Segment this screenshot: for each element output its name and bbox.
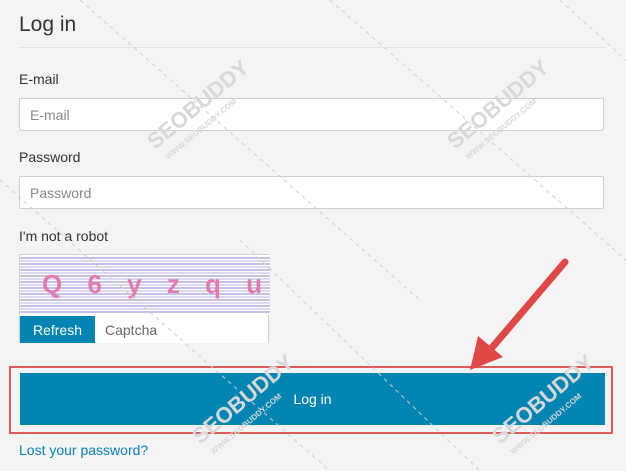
password-field[interactable] (19, 176, 604, 209)
email-label: E-mail (19, 71, 59, 87)
robot-label: I'm not a robot (19, 228, 109, 244)
email-field[interactable] (19, 98, 604, 131)
captcha-widget: Q 6 y z q u Refresh (19, 254, 270, 343)
captcha-code: Q 6 y z q u (42, 269, 270, 299)
login-button[interactable]: Log in (20, 373, 605, 425)
page-title: Log in (19, 13, 77, 36)
captcha-refresh-button[interactable]: Refresh (20, 316, 95, 343)
lost-password-link[interactable]: Lost your password? (19, 442, 148, 458)
password-label: Password (19, 149, 81, 165)
title-divider (19, 47, 606, 48)
captcha-noise: Q 6 y z q u (20, 257, 270, 313)
captcha-image: Q 6 y z q u (20, 255, 270, 315)
annotation-arrow-icon (470, 258, 569, 370)
captcha-field[interactable] (96, 316, 268, 343)
